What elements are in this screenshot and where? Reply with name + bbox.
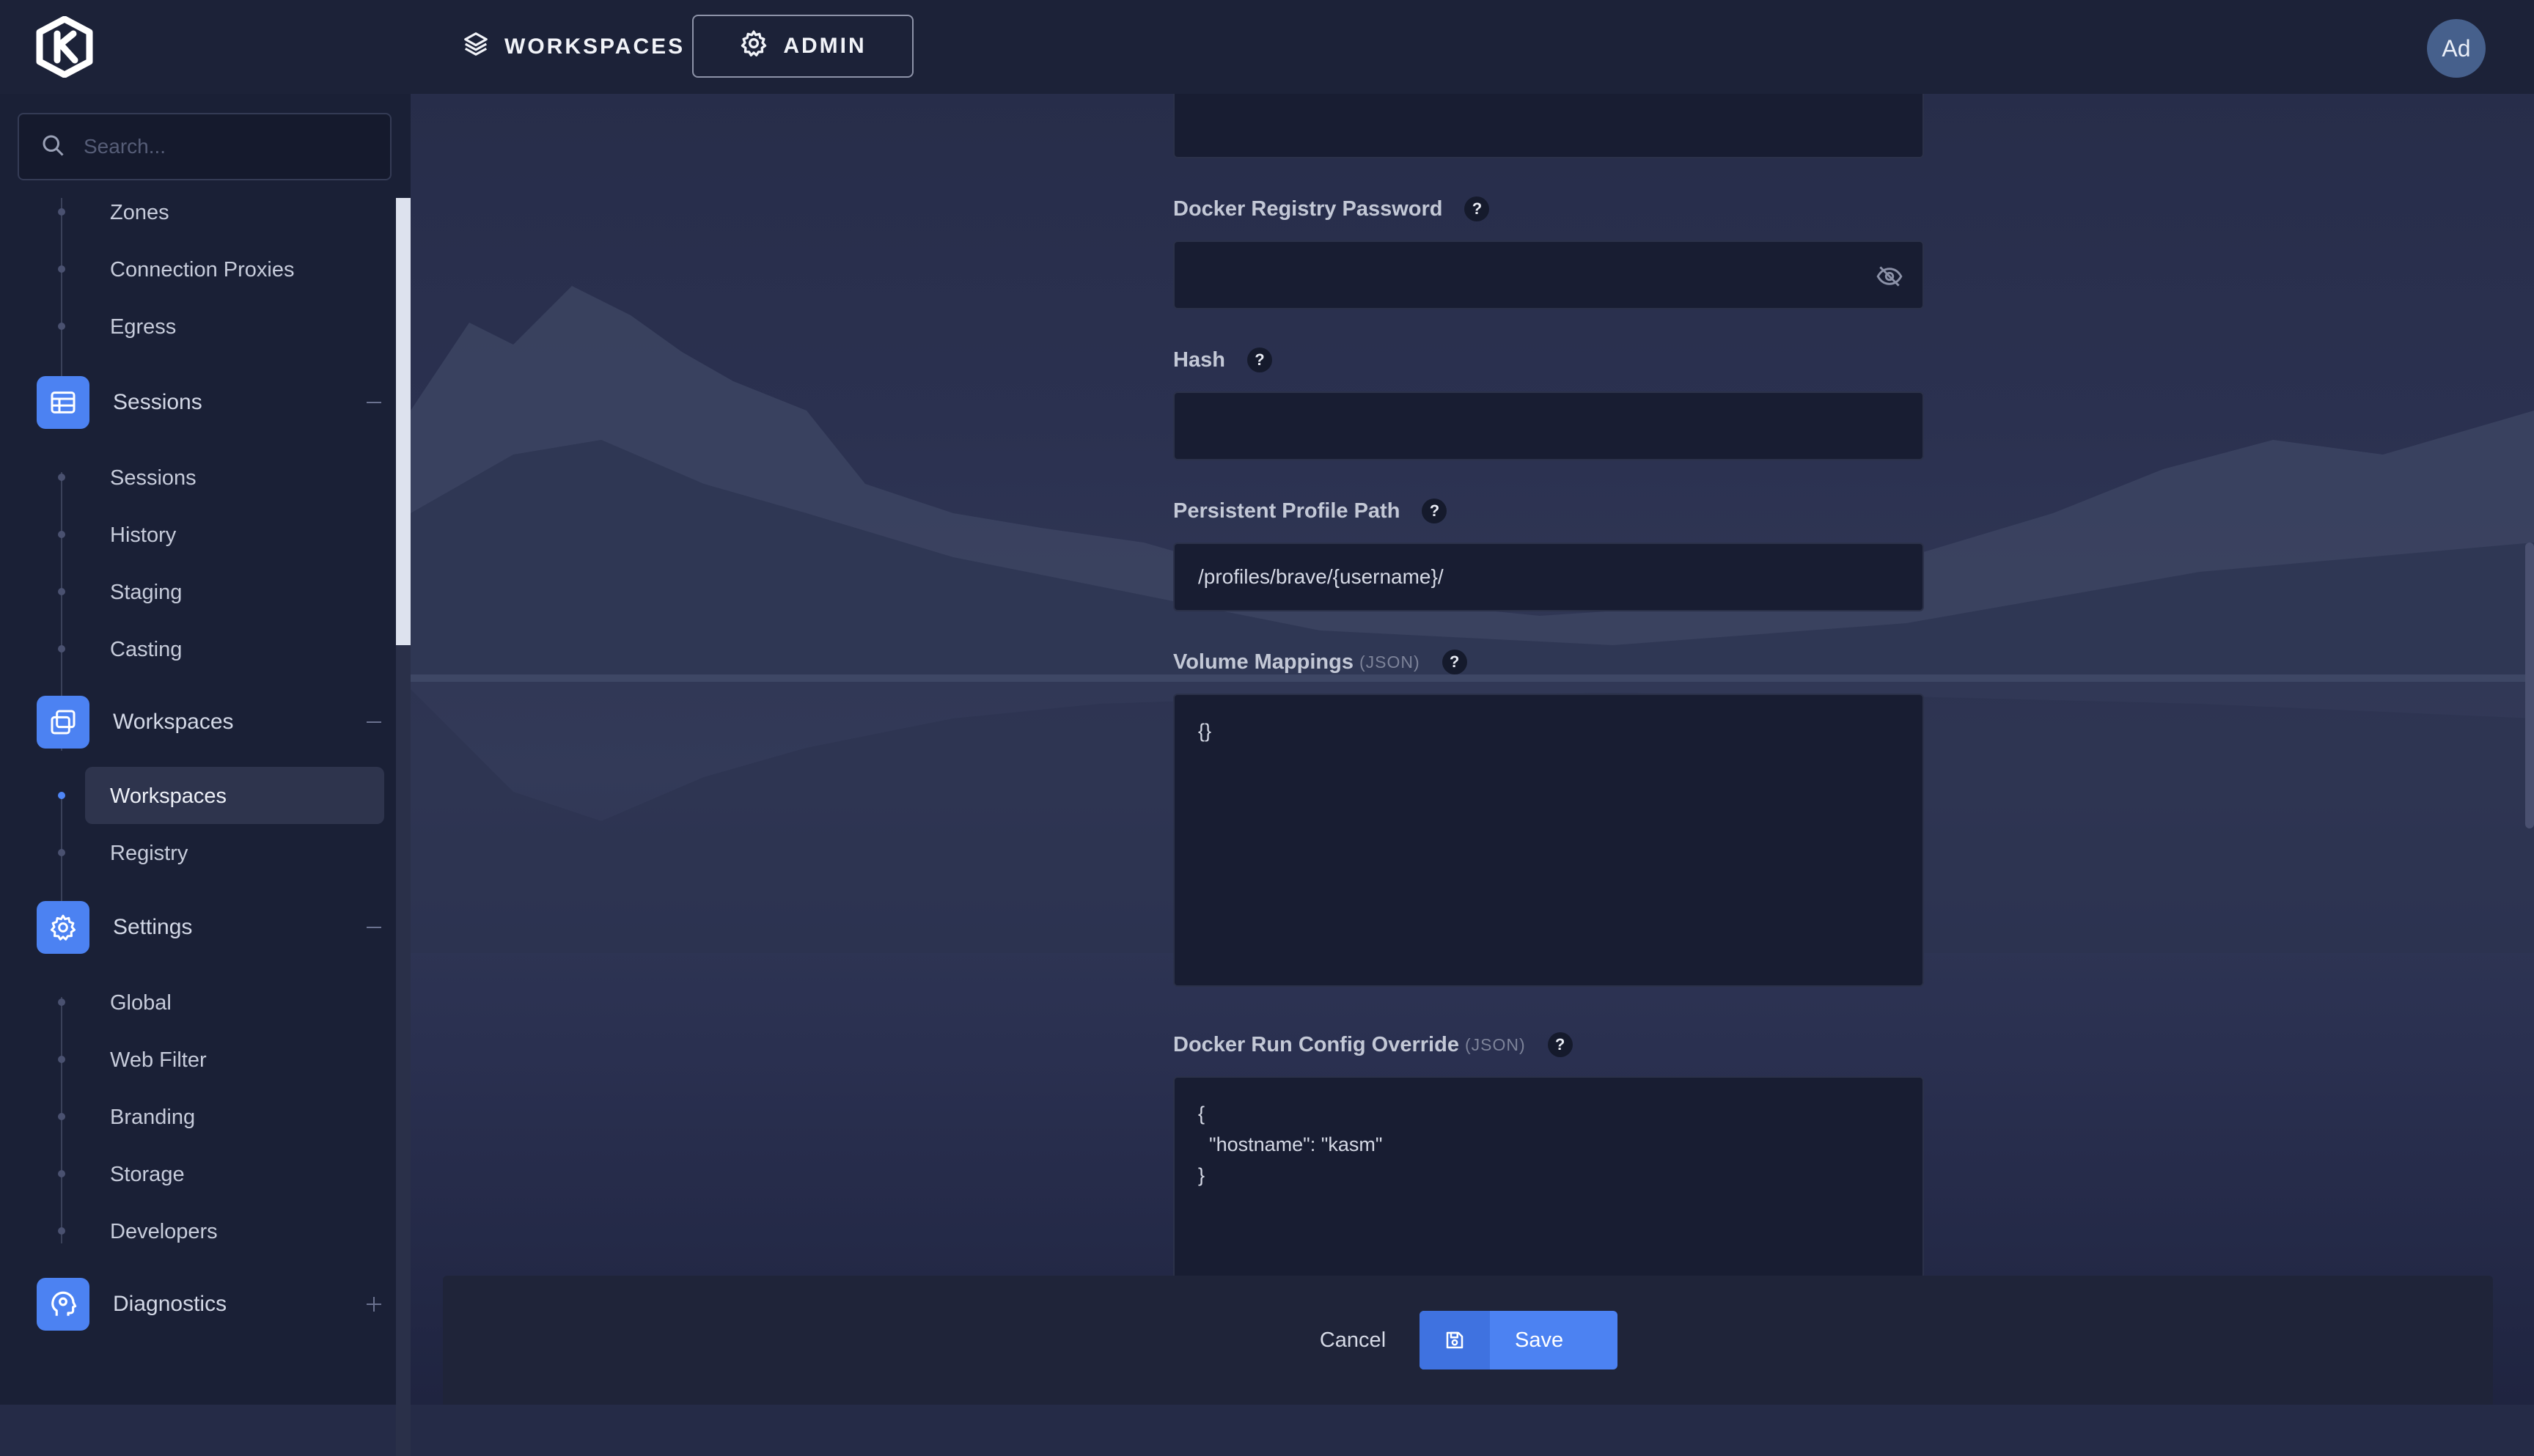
hash-label: Hash ?: [1173, 348, 1272, 372]
diagnostics-head-icon: [37, 1278, 89, 1331]
sidebar-section-label: Sessions: [113, 390, 202, 414]
tree-line: [61, 997, 62, 1243]
persistent-profile-path-field[interactable]: /profiles/brave/{username}/: [1173, 543, 1924, 611]
sidebar-item-staging[interactable]: Staging: [110, 578, 182, 607]
sidebar-section-label: Settings: [113, 915, 193, 939]
admin-sidebar: Zones Connection Proxies Egress Sessions…: [0, 94, 411, 1456]
tree-dot: [58, 474, 65, 481]
field-label-text: Persistent Profile Path: [1173, 499, 1400, 523]
sidebar-section-label: Workspaces: [113, 710, 234, 734]
save-button-label: Save: [1515, 1328, 1564, 1352]
tree-dot: [58, 1113, 65, 1120]
collapse-minus-icon[interactable]: [359, 388, 389, 417]
sidebar-item-storage[interactable]: Storage: [110, 1160, 185, 1189]
tree-dot: [58, 1056, 65, 1063]
table-icon: [37, 376, 89, 429]
avatar-initials: Ad: [2442, 34, 2471, 62]
sidebar-section-sessions[interactable]: Sessions: [37, 375, 389, 430]
help-icon[interactable]: ?: [1442, 650, 1467, 674]
expand-plus-icon[interactable]: [359, 1290, 389, 1319]
tree-dot: [58, 1170, 65, 1177]
nav-admin-label: ADMIN: [783, 34, 867, 58]
sidebar-item-web-filter[interactable]: Web Filter: [110, 1045, 207, 1075]
field-label-text: Hash: [1173, 348, 1225, 372]
eye-off-icon[interactable]: [1876, 262, 1903, 295]
nav-admin-button[interactable]: ADMIN: [692, 15, 914, 78]
field-label-text: Docker Run Config Override: [1173, 1032, 1459, 1056]
save-disk-icon: [1420, 1311, 1490, 1369]
sidebar-scrollbar-thumb[interactable]: [396, 198, 411, 645]
docker-registry-username-field[interactable]: [1173, 94, 1924, 158]
tree-dot: [58, 588, 65, 595]
tree-dot: [58, 849, 65, 856]
help-icon[interactable]: ?: [1547, 1032, 1573, 1057]
kasm-logo-icon[interactable]: [35, 15, 94, 78]
field-label-text: Docker Registry Password: [1173, 196, 1443, 221]
json-tag: (JSON): [1464, 1034, 1526, 1054]
page-scrollbar-thumb[interactable]: [2525, 543, 2534, 828]
sidebar-section-workspaces[interactable]: Workspaces: [37, 695, 389, 749]
sidebar-item-connection-proxies[interactable]: Connection Proxies: [110, 255, 294, 284]
cancel-button[interactable]: Cancel: [1320, 1317, 1386, 1364]
help-icon[interactable]: ?: [1422, 499, 1447, 523]
docker-run-config-textarea[interactable]: { "hostname": "kasm" }: [1173, 1076, 1924, 1296]
sidebar-item-egress[interactable]: Egress: [110, 312, 176, 342]
gear-icon: [739, 29, 768, 64]
search-icon: [40, 132, 66, 162]
volume-mappings-label: Volume Mappings (JSON) ?: [1173, 650, 1467, 674]
sidebar-item-workspaces[interactable]: Workspaces: [110, 782, 227, 811]
help-icon[interactable]: ?: [1464, 196, 1490, 221]
layers-icon: [462, 30, 490, 64]
tree-dot: [58, 208, 65, 216]
sidebar-item-history[interactable]: History: [110, 521, 176, 550]
collapse-minus-icon[interactable]: [359, 707, 389, 737]
tree-dot: [58, 1227, 65, 1235]
tree-dot: [58, 323, 65, 330]
persistent-profile-path-value: /profiles/brave/{username}/: [1198, 565, 1444, 588]
sidebar-item-registry[interactable]: Registry: [110, 839, 188, 868]
settings-gear-icon: [37, 901, 89, 954]
docker-run-config-label: Docker Run Config Override (JSON) ?: [1173, 1032, 1573, 1057]
sidebar-section-settings[interactable]: Settings: [37, 900, 389, 955]
field-label-text: Volume Mappings: [1173, 650, 1354, 674]
sidebar-item-sessions[interactable]: Sessions: [110, 463, 197, 493]
nav-workspaces-label: WORKSPACES: [504, 34, 686, 59]
hash-field[interactable]: [1173, 391, 1924, 460]
tree-dot: [58, 531, 65, 538]
persistent-profile-path-label: Persistent Profile Path ?: [1173, 499, 1447, 523]
json-tag: (JSON): [1359, 652, 1420, 672]
sidebar-item-casting[interactable]: Casting: [110, 635, 182, 664]
sidebar-item-global[interactable]: Global: [110, 988, 172, 1018]
save-button[interactable]: Save: [1420, 1311, 1617, 1369]
tree-dot: [58, 999, 65, 1006]
tree-dot: [58, 265, 65, 273]
docker-registry-password-field[interactable]: [1173, 240, 1924, 309]
docker-registry-password-label: Docker Registry Password ?: [1173, 196, 1490, 221]
user-avatar[interactable]: Ad: [2427, 19, 2486, 78]
nav-workspaces-button[interactable]: WORKSPACES: [455, 15, 692, 79]
tree-dot-active: [58, 792, 65, 799]
sidebar-search[interactable]: [18, 113, 392, 180]
top-navigation-bar: WORKSPACES ADMIN Ad: [0, 0, 2534, 94]
sidebar-item-developers[interactable]: Developers: [110, 1217, 218, 1246]
sidebar-item-branding[interactable]: Branding: [110, 1103, 195, 1132]
volume-mappings-textarea[interactable]: {}: [1173, 694, 1924, 987]
sidebar-section-diagnostics[interactable]: Diagnostics: [37, 1277, 389, 1331]
collapse-minus-icon[interactable]: [359, 913, 389, 942]
tree-dot: [58, 645, 65, 652]
workspaces-windows-icon: [37, 696, 89, 749]
help-icon[interactable]: ?: [1246, 348, 1272, 372]
sidebar-item-zones[interactable]: Zones: [110, 198, 169, 227]
sidebar-section-label: Diagnostics: [113, 1292, 227, 1316]
search-input[interactable]: [82, 134, 378, 159]
